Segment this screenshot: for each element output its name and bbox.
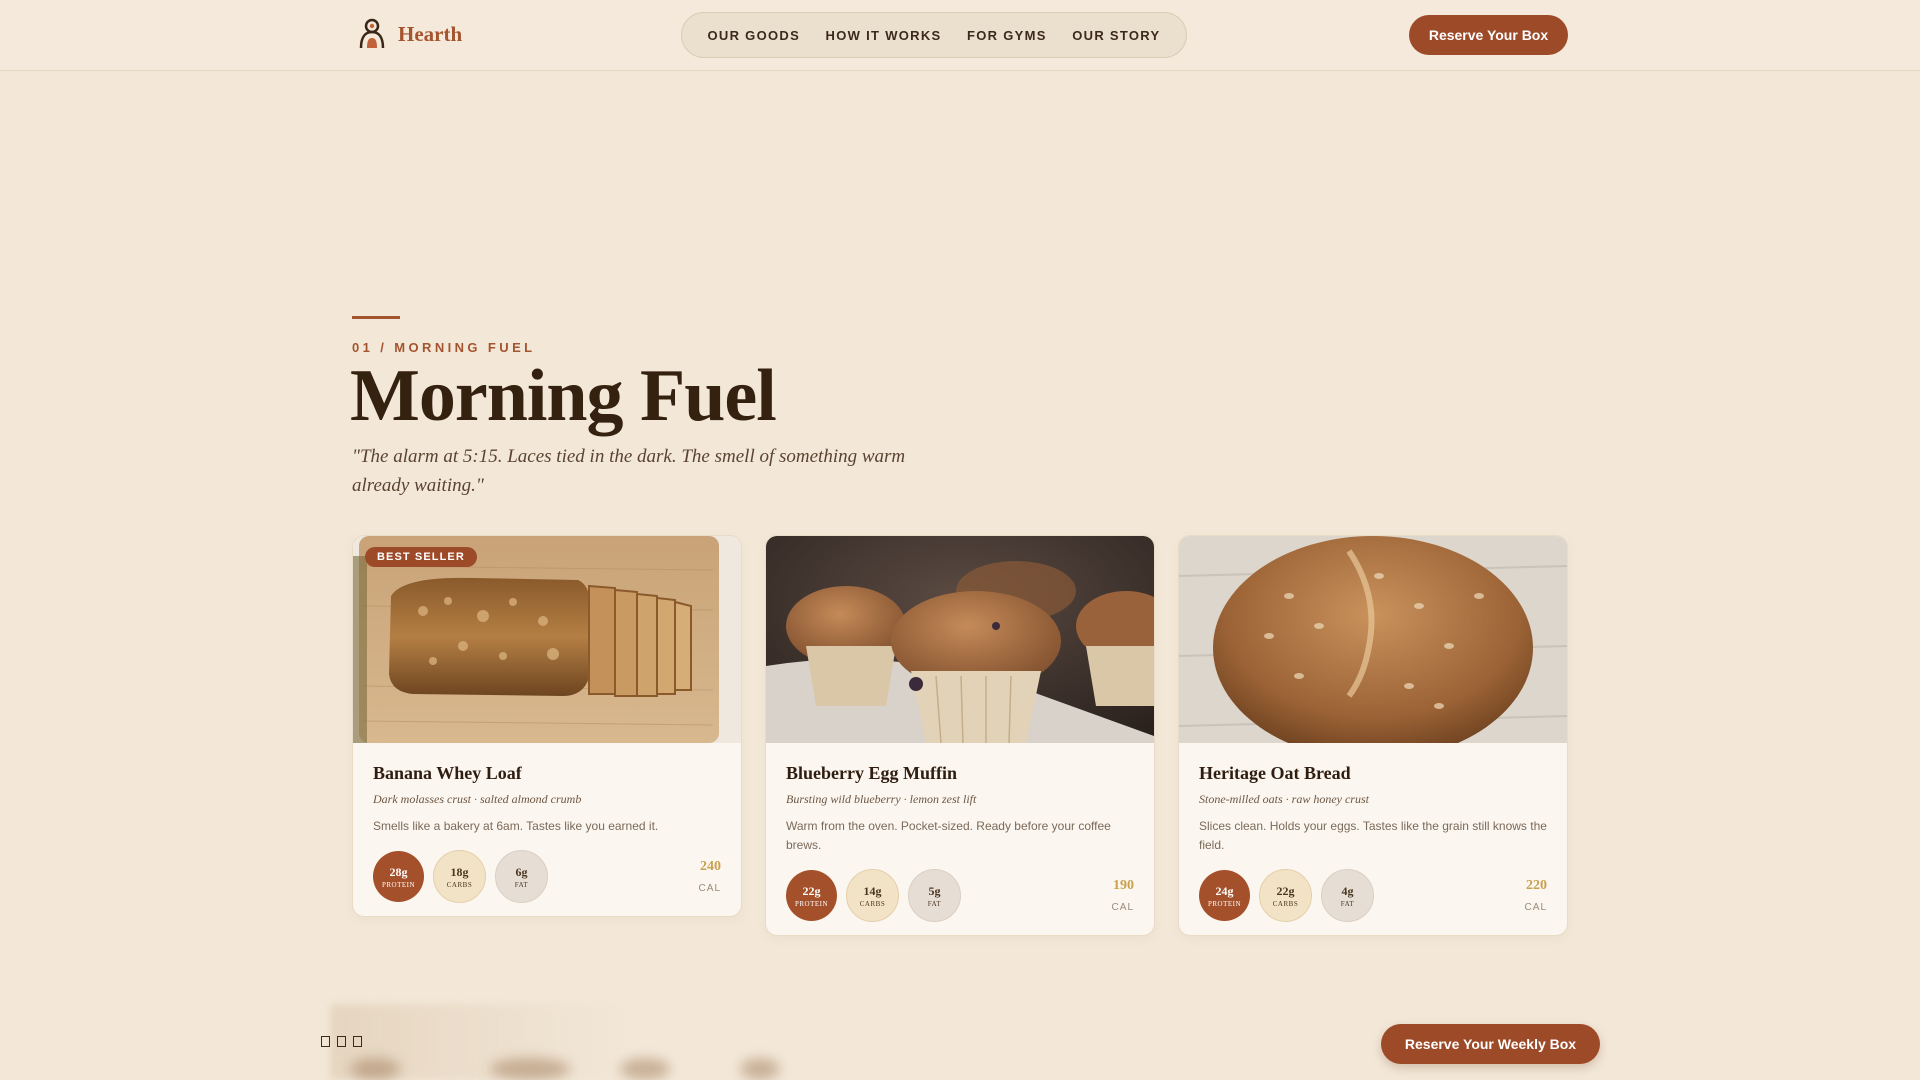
brand-name: Hearth xyxy=(398,21,463,46)
carbs-chip: 14g CARBS xyxy=(846,869,899,922)
protein-chip: 28g PROTEIN xyxy=(373,851,424,902)
nav-our-story[interactable]: OUR STORY xyxy=(1072,28,1160,43)
nav-for-gyms[interactable]: FOR GYMS xyxy=(967,28,1047,43)
fat-chip: 5g FAT xyxy=(908,869,961,922)
section-quote: "The alarm at 5:15. Laces tied in the da… xyxy=(352,446,906,496)
product-description: Smells like a bakery at 6am. Tastes like… xyxy=(373,819,659,833)
blurred-shape xyxy=(490,1058,570,1080)
protein-value: 28g xyxy=(389,864,408,879)
product-subtitle: Dark molasses crust · salted almond crum… xyxy=(373,792,582,806)
blurred-shape xyxy=(350,1058,400,1080)
carbs-value: 22g xyxy=(1276,883,1295,898)
product-description: Warm from the oven. Pocket-sized. Ready … xyxy=(786,819,1111,852)
carbs-chip: 18g CARBS xyxy=(433,850,486,903)
fat-chip: 6g FAT xyxy=(495,850,548,903)
oat-bread-photo xyxy=(1179,536,1567,743)
fat-value: 4g xyxy=(1341,883,1354,898)
calories-label: CAL xyxy=(1111,902,1134,913)
fat-label: FAT xyxy=(927,899,942,908)
pagination-dot[interactable] xyxy=(321,1036,330,1047)
fat-chip: 4g FAT xyxy=(1321,869,1374,922)
protein-label: PROTEIN xyxy=(381,880,416,889)
product-name: Blueberry Egg Muffin xyxy=(786,763,957,783)
pagination-dot[interactable] xyxy=(353,1036,362,1047)
macro-row: 28g PROTEIN 18g CARBS 6g FAT 240 CAL xyxy=(373,850,721,903)
carbs-label: CARBS xyxy=(1272,899,1299,908)
fat-label: FAT xyxy=(1340,899,1355,908)
section-title: Morning Fuel xyxy=(350,355,777,437)
carbs-value: 14g xyxy=(863,883,882,898)
main-nav: OUR GOODS HOW IT WORKS FOR GYMS OUR STOR… xyxy=(681,12,1187,58)
fat-value: 5g xyxy=(928,883,941,898)
reserve-weekly-box-button[interactable]: Reserve Your Weekly Box xyxy=(1381,1024,1600,1064)
fat-value: 6g xyxy=(515,864,528,879)
blurred-shape xyxy=(620,1058,670,1080)
product-card-oat-bread[interactable]: Heritage Oat Bread Stone-milled oats · r… xyxy=(1178,535,1568,936)
product-name: Banana Whey Loaf xyxy=(373,763,522,783)
product-card-blueberry-muffin[interactable]: Blueberry Egg Muffin Bursting wild blueb… xyxy=(765,535,1155,936)
reserve-box-button[interactable]: Reserve Your Box xyxy=(1409,15,1568,55)
site-header: Hearth OUR GOODS HOW IT WORKS FOR GYMS O… xyxy=(0,0,1920,71)
calories-value: 190 xyxy=(1113,878,1134,893)
nav-how-it-works[interactable]: HOW IT WORKS xyxy=(826,28,942,43)
pagination-dot[interactable] xyxy=(337,1036,346,1047)
protein-chip: 24g PROTEIN xyxy=(1199,870,1250,921)
section-accent-line xyxy=(352,316,400,319)
carbs-label: CARBS xyxy=(859,899,886,908)
protein-chip: 22g PROTEIN xyxy=(786,870,837,921)
blueberry-muffin-photo xyxy=(766,536,1154,743)
carbs-label: CARBS xyxy=(446,880,473,889)
blurred-shape xyxy=(740,1058,780,1080)
best-seller-badge: BEST SELLER xyxy=(365,547,477,567)
product-name: Heritage Oat Bread xyxy=(1199,763,1351,783)
macro-row: 24g PROTEIN 22g CARBS 4g FAT 220 CAL xyxy=(1199,869,1547,922)
calories: 240 CAL xyxy=(699,859,721,894)
macro-row: 22g PROTEIN 14g CARBS 5g FAT 190 CAL xyxy=(786,869,1134,922)
product-subtitle: Bursting wild blueberry · lemon zest lif… xyxy=(786,792,977,806)
calories: 220 CAL xyxy=(1525,878,1547,913)
calories-value: 220 xyxy=(1526,878,1547,893)
nav-our-goods[interactable]: OUR GOODS xyxy=(707,28,800,43)
product-description: Slices clean. Holds your eggs. Tastes li… xyxy=(1199,819,1547,852)
protein-label: PROTEIN xyxy=(1207,899,1242,908)
brand-logo[interactable]: Hearth xyxy=(357,18,462,50)
protein-value: 22g xyxy=(802,883,821,898)
banana-loaf-photo: BEST SELLER xyxy=(353,536,741,743)
product-subtitle: Stone-milled oats · raw honey crust xyxy=(1199,792,1369,806)
protein-value: 24g xyxy=(1215,883,1234,898)
calories-label: CAL xyxy=(1524,902,1547,913)
calories: 190 CAL xyxy=(1112,878,1134,913)
calories-label: CAL xyxy=(698,883,721,894)
protein-label: PROTEIN xyxy=(794,899,829,908)
pagination-dots xyxy=(321,1036,362,1047)
carbs-chip: 22g CARBS xyxy=(1259,869,1312,922)
hearth-logo-icon xyxy=(359,18,385,49)
product-card-banana-loaf[interactable]: BEST SELLER Banana Whey Loaf Dark molass… xyxy=(352,535,742,917)
calories-value: 240 xyxy=(700,859,721,874)
fat-label: FAT xyxy=(514,880,529,889)
carbs-value: 18g xyxy=(450,864,469,879)
